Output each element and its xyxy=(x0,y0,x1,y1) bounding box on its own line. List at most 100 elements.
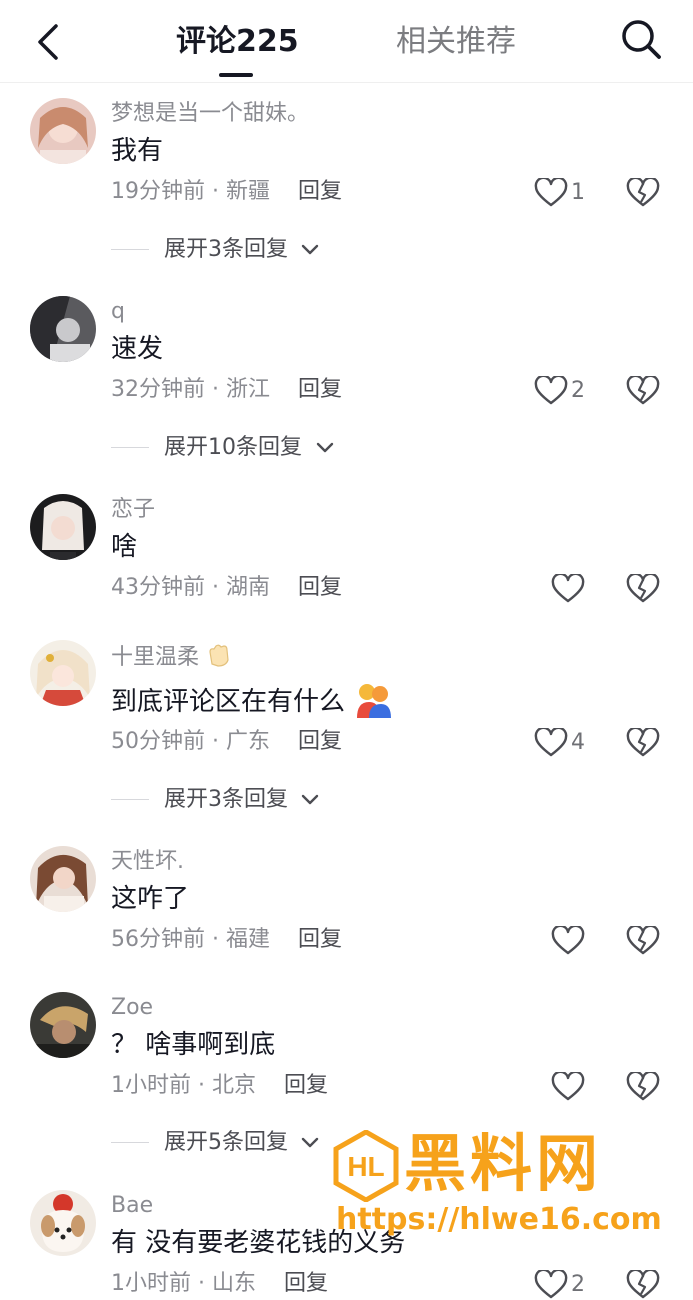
tab-comments[interactable]: 评论225 xyxy=(176,22,299,62)
heart-icon[interactable] xyxy=(534,178,568,208)
comment-location: 新疆 xyxy=(225,179,270,204)
like-count: 4 xyxy=(571,730,585,755)
broken-heart-icon[interactable] xyxy=(626,376,660,406)
broken-heart-icon[interactable] xyxy=(626,574,660,604)
divider-dash xyxy=(111,447,149,448)
meta-separator: · xyxy=(191,1271,212,1296)
comment-location: 山东 xyxy=(211,1271,256,1296)
broken-heart-icon[interactable] xyxy=(626,728,660,758)
comment-location: 浙江 xyxy=(225,377,270,402)
avatar[interactable] xyxy=(30,296,96,362)
divider-dash xyxy=(111,799,149,800)
chevron-down-icon xyxy=(316,442,334,453)
expand-replies-label: 展开3条回复 xyxy=(164,787,288,812)
avatar[interactable] xyxy=(30,98,96,164)
active-tab-indicator xyxy=(219,73,253,77)
back-arrow-icon[interactable] xyxy=(28,22,72,62)
comment-time: 1小时前 xyxy=(111,1271,191,1296)
search-icon[interactable] xyxy=(618,16,664,62)
like-count: 1 xyxy=(571,180,585,205)
comment-meta: 43分钟前 · 湖南 回复 xyxy=(111,573,342,603)
watermark-url: https://hlwe16.com xyxy=(336,1202,662,1237)
chevron-down-icon xyxy=(301,1137,319,1148)
heart-icon[interactable] xyxy=(551,574,585,604)
comment-time: 56分钟前 xyxy=(111,927,205,952)
comment-username[interactable]: 恋子 xyxy=(111,496,155,524)
meta-separator: · xyxy=(205,927,226,952)
comment-time: 50分钟前 xyxy=(111,729,205,754)
top-bar: 评论225 相关推荐 xyxy=(0,0,693,83)
meta-separator: · xyxy=(191,1073,212,1098)
like-count: 2 xyxy=(571,378,585,403)
watermark-title: 黑料网 xyxy=(404,1127,603,1200)
comment-text: 速发 xyxy=(111,334,164,364)
reply-button[interactable]: 回复 xyxy=(298,927,342,952)
comment-meta: 32分钟前 · 浙江 回复 xyxy=(111,375,342,405)
comment-location: 北京 xyxy=(211,1073,256,1098)
tab-related-recommendations[interactable]: 相关推荐 xyxy=(396,22,516,62)
reply-button[interactable]: 回复 xyxy=(298,575,342,600)
comment-location: 湖南 xyxy=(225,575,270,600)
expand-replies-label: 展开5条回复 xyxy=(164,1130,288,1155)
broken-heart-icon[interactable] xyxy=(626,178,660,208)
comment-text: 啥 xyxy=(111,532,138,562)
comment-username[interactable]: q xyxy=(111,298,125,326)
comment-text: ？ 啥事啊到底 xyxy=(111,1030,276,1060)
divider-dash xyxy=(111,249,149,250)
heart-icon[interactable] xyxy=(551,926,585,956)
broken-heart-icon[interactable] xyxy=(626,1270,660,1300)
comment-username[interactable]: 梦想是当一个甜妹。 xyxy=(111,100,309,128)
meta-separator: · xyxy=(205,729,226,754)
meta-separator: · xyxy=(205,179,226,204)
heart-icon[interactable] xyxy=(551,1072,585,1102)
hugging-people-emoji-icon xyxy=(357,684,392,718)
chevron-down-icon xyxy=(301,244,319,255)
comment-time: 43分钟前 xyxy=(111,575,205,600)
comment-username[interactable]: Zoe xyxy=(111,994,153,1022)
comment-username[interactable]: 天性坏. xyxy=(111,848,184,876)
comment-text-body: 到底评论区在有什么 xyxy=(111,687,346,717)
meta-separator: · xyxy=(205,575,226,600)
avatar[interactable] xyxy=(30,846,96,912)
comment-text: 我有 xyxy=(111,136,164,166)
comment-location: 福建 xyxy=(225,927,270,952)
reply-button[interactable]: 回复 xyxy=(284,1271,328,1296)
comment-text: 这咋了 xyxy=(111,884,190,914)
comment-meta: 56分钟前 · 福建 回复 xyxy=(111,925,342,955)
reply-button[interactable]: 回复 xyxy=(298,377,342,402)
like-count: 2 xyxy=(571,1272,585,1297)
comment-username[interactable]: Bae xyxy=(111,1192,153,1220)
reply-button[interactable]: 回复 xyxy=(298,179,342,204)
comment-username-text: 十里温柔 xyxy=(111,645,200,670)
avatar[interactable] xyxy=(30,992,96,1058)
comment-meta: 50分钟前 · 广东 回复 xyxy=(111,727,342,757)
comment-time: 1小时前 xyxy=(111,1073,191,1098)
comment-meta: 1小时前 · 北京 回复 xyxy=(111,1071,328,1101)
comment-time: 32分钟前 xyxy=(111,377,205,402)
comment-time: 19分钟前 xyxy=(111,179,205,204)
comment-meta: 1小时前 · 山东 回复 xyxy=(111,1269,328,1299)
avatar[interactable] xyxy=(30,1190,96,1256)
comment-meta: 19分钟前 · 新疆 回复 xyxy=(111,177,342,207)
clapping-hands-emoji-icon xyxy=(209,644,229,667)
comment-text: 到底评论区在有什么 xyxy=(111,680,393,720)
reply-button[interactable]: 回复 xyxy=(298,729,342,754)
divider-dash xyxy=(111,1142,149,1143)
heart-icon[interactable] xyxy=(534,728,568,758)
watermark-logo-icon: HL xyxy=(333,1130,399,1202)
comment-username[interactable]: 十里温柔 xyxy=(111,642,232,672)
expand-replies-label: 展开10条回复 xyxy=(164,435,302,460)
avatar[interactable] xyxy=(30,640,96,706)
watermark: HL 黑料网 https://hlwe16.com xyxy=(330,1127,662,1240)
comment-location: 广东 xyxy=(225,729,270,754)
reply-button[interactable]: 回复 xyxy=(284,1073,328,1098)
avatar[interactable] xyxy=(30,494,96,560)
broken-heart-icon[interactable] xyxy=(626,1072,660,1102)
heart-icon[interactable] xyxy=(534,1270,568,1300)
heart-icon[interactable] xyxy=(534,376,568,406)
broken-heart-icon[interactable] xyxy=(626,926,660,956)
meta-separator: · xyxy=(205,377,226,402)
svg-text:HL: HL xyxy=(347,1151,384,1182)
expand-replies-label: 展开3条回复 xyxy=(164,237,288,262)
chevron-down-icon xyxy=(301,794,319,805)
